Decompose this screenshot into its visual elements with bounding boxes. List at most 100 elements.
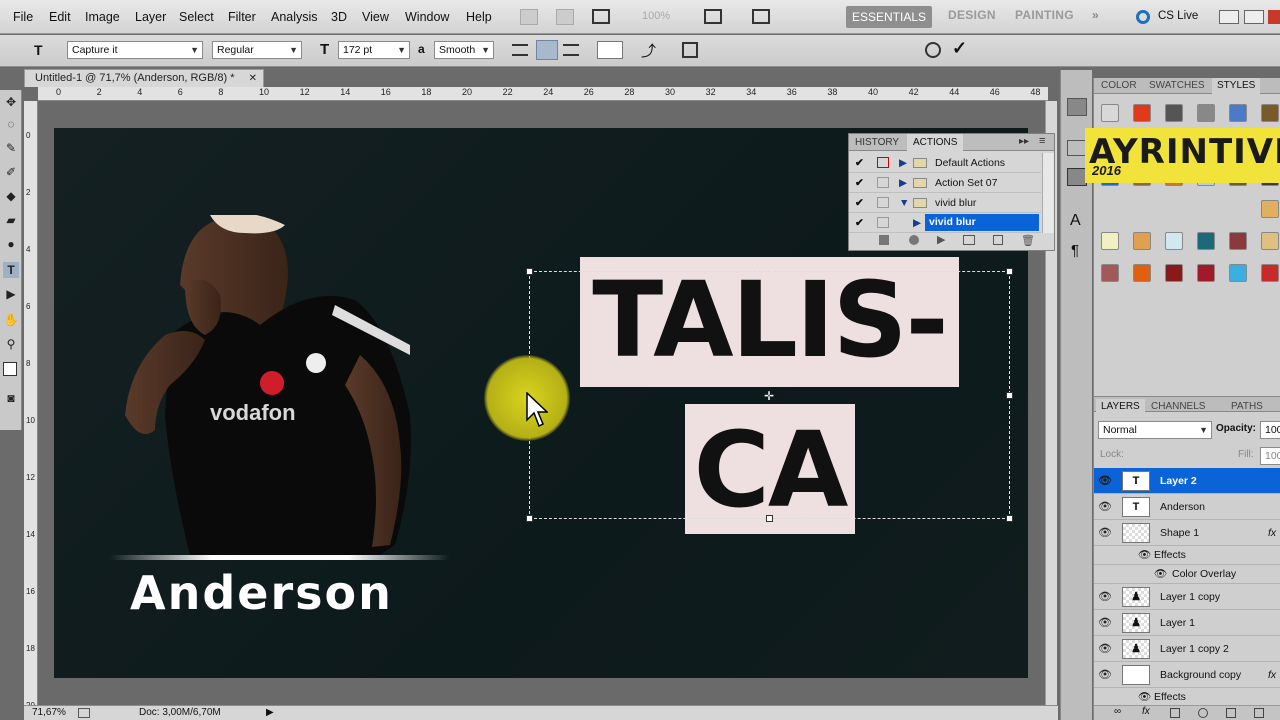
transform-handle[interactable] (766, 515, 773, 522)
style-swatch[interactable] (1165, 264, 1183, 282)
fill-field[interactable]: 100% (1260, 447, 1280, 465)
hand-tool-icon[interactable]: ✋ (3, 312, 19, 328)
align-left-icon[interactable] (512, 44, 528, 56)
view-extras-icon[interactable] (592, 9, 610, 24)
add-mask-icon[interactable] (1170, 708, 1180, 718)
eyedropper-tool-icon[interactable]: ✎ (3, 140, 19, 156)
record-icon[interactable] (909, 235, 919, 245)
tab-paths[interactable]: PATHS (1226, 399, 1268, 415)
style-swatch[interactable] (1101, 232, 1119, 250)
expand-arrow-icon[interactable]: ▶ (899, 173, 907, 193)
add-style-icon[interactable]: fx (1142, 706, 1150, 717)
tab-styles[interactable]: STYLES (1212, 78, 1261, 94)
eye-icon[interactable]: 👁 (1138, 688, 1151, 706)
document-tab[interactable]: Untitled-1 @ 71,7% (Anderson, RGB/8) * ✕ (24, 69, 264, 87)
cancel-icon[interactable] (925, 42, 941, 58)
eye-icon[interactable]: 👁 (1098, 468, 1112, 494)
layer-row-selected[interactable]: 👁 T Layer 2 (1094, 468, 1280, 494)
eye-icon[interactable]: 👁 (1098, 610, 1112, 636)
action-row[interactable]: ✔ ▼ vivid blur (849, 193, 1041, 213)
expand-arrow-icon[interactable]: ▶ (899, 153, 907, 173)
warp-text-icon[interactable]: ⤴ (641, 40, 656, 61)
check-icon[interactable]: ✔ (855, 193, 864, 213)
character-panel-icon[interactable]: A (1070, 212, 1081, 230)
collapse-arrow-icon[interactable]: ▼ (899, 193, 909, 213)
action-row[interactable]: ✔ ▶ Action Set 07 (849, 173, 1041, 193)
tab-channels[interactable]: CHANNELS (1146, 399, 1210, 415)
font-family-select[interactable]: Capture it ▼ (67, 41, 203, 59)
status-menu-arrow-icon[interactable]: ▶ (266, 706, 274, 720)
history-panel-icon[interactable] (1067, 140, 1087, 156)
paragraph-panel-icon[interactable]: ¶ (1071, 242, 1079, 259)
text-bounding-box[interactable]: ✛ (526, 268, 1013, 522)
menu-analysis[interactable]: Analysis (271, 10, 318, 24)
new-group-icon[interactable] (1226, 708, 1236, 718)
new-action-icon[interactable] (993, 235, 1003, 245)
transform-handle[interactable] (526, 268, 533, 275)
stamp-tool-icon[interactable]: ◆ (3, 188, 19, 204)
type-tool-preset-icon[interactable]: T (34, 42, 43, 58)
eye-icon[interactable]: 👁 (1154, 565, 1167, 584)
actions-panel-icon[interactable] (1067, 168, 1087, 186)
check-icon[interactable]: ✔ (855, 213, 864, 233)
style-swatch[interactable] (1261, 264, 1279, 282)
tab-color[interactable]: COLOR (1096, 78, 1142, 94)
commit-check-icon[interactable]: ✓ (952, 38, 967, 59)
text-color-swatch[interactable] (597, 41, 623, 59)
check-icon[interactable]: ✔ (855, 153, 864, 173)
panel-menu-icon[interactable]: ≡ (1039, 135, 1045, 147)
lasso-tool-icon[interactable]: ◌ (3, 116, 19, 132)
style-swatch[interactable] (1229, 104, 1247, 122)
layer-row[interactable]: 👁 ♟ Layer 1 (1094, 610, 1280, 636)
brush-tool-icon[interactable]: ✐ (3, 164, 19, 180)
workspace-painting[interactable]: PAINTING (1015, 8, 1074, 22)
arrange-documents-icon[interactable] (704, 9, 722, 24)
menu-select[interactable]: Select (179, 10, 214, 24)
new-set-icon[interactable] (963, 235, 975, 245)
type-tool-icon[interactable]: T (3, 262, 19, 278)
action-row[interactable]: ✔ ▶ vivid blur (849, 213, 1041, 233)
layer-row[interactable]: 👁 ♟ Layer 1 copy (1094, 584, 1280, 610)
restore-button[interactable] (1244, 10, 1264, 24)
align-center-icon[interactable] (536, 40, 558, 60)
minimize-button[interactable] (1219, 10, 1239, 24)
menu-file[interactable]: File (13, 10, 33, 24)
expand-arrow-icon[interactable]: ▶ (913, 213, 921, 233)
tab-history[interactable]: HISTORY (849, 134, 905, 151)
tab-actions[interactable]: ACTIONS (907, 134, 964, 151)
dialog-toggle-icon[interactable] (877, 197, 889, 208)
style-swatch[interactable] (1229, 264, 1247, 282)
style-swatch[interactable] (1133, 264, 1151, 282)
layer-row[interactable]: 👁 ♟ Layer 1 copy 2 (1094, 636, 1280, 662)
collapse-icon[interactable]: ▸▸ (1019, 136, 1029, 147)
transform-handle[interactable] (1006, 392, 1013, 399)
opacity-field[interactable]: 100% (1260, 421, 1280, 439)
style-swatch[interactable] (1197, 104, 1215, 122)
minibridge-icon[interactable] (556, 9, 574, 25)
eraser-tool-icon[interactable]: ▰ (3, 212, 19, 228)
dialog-toggle-icon[interactable] (877, 217, 889, 228)
dodge-tool-icon[interactable]: ● (3, 236, 19, 252)
adjustment-layer-icon[interactable] (1198, 708, 1208, 718)
effects-row[interactable]: 👁 Effects (1094, 688, 1280, 706)
layer-row[interactable]: 👁 T Anderson (1094, 494, 1280, 520)
more-workspaces-icon[interactable]: » (1092, 8, 1099, 22)
workspace-essentials[interactable]: ESSENTIALS (846, 6, 932, 28)
close-tab-icon[interactable]: ✕ (249, 70, 257, 87)
style-swatch[interactable] (1197, 264, 1215, 282)
eye-icon[interactable]: 👁 (1098, 494, 1112, 520)
tab-layers[interactable]: LAYERS (1096, 399, 1145, 415)
menu-filter[interactable]: Filter (228, 10, 256, 24)
eye-icon[interactable]: 👁 (1098, 584, 1112, 610)
new-layer-icon[interactable] (1254, 708, 1264, 718)
menu-layer[interactable]: Layer (135, 10, 166, 24)
dialog-toggle-icon[interactable] (877, 157, 889, 168)
zoom-tool-icon[interactable]: ⚲ (3, 336, 19, 352)
transform-handle[interactable] (1006, 268, 1013, 275)
layer-row[interactable]: 👁 Shape 1 fx (1094, 520, 1280, 546)
antialias-select[interactable]: Smooth ▼ (434, 41, 494, 59)
style-swatch[interactable] (1261, 104, 1279, 122)
style-swatch[interactable] (1165, 104, 1183, 122)
style-swatch[interactable] (1101, 104, 1119, 122)
eye-icon[interactable]: 👁 (1098, 636, 1112, 662)
